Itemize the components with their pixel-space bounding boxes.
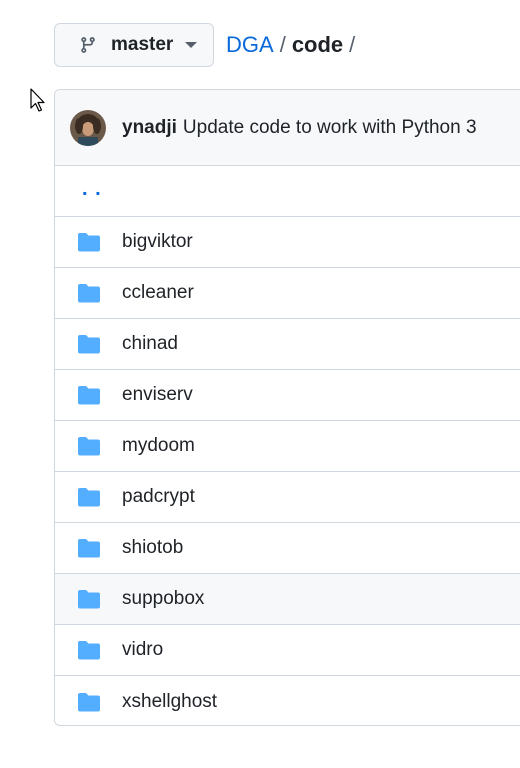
folder-icon — [78, 488, 100, 507]
parent-directory-row[interactable]: . . — [55, 166, 520, 217]
avatar[interactable] — [70, 109, 106, 146]
folder-name-link[interactable]: padcrypt — [122, 486, 195, 508]
folder-icon — [78, 284, 100, 303]
file-row[interactable]: enviserv — [55, 370, 520, 421]
mouse-pointer-icon — [30, 88, 45, 112]
file-row[interactable]: shiotob — [55, 523, 520, 574]
breadcrumb: DGA / code / — [226, 32, 361, 58]
folder-icon — [78, 437, 100, 456]
folder-icon — [78, 335, 100, 354]
folder-name-link[interactable]: ccleaner — [122, 282, 194, 304]
git-branch-icon — [81, 37, 95, 53]
breadcrumb-repo-link[interactable]: DGA — [226, 32, 274, 58]
file-row[interactable]: ccleaner — [55, 268, 520, 319]
avatar-image — [70, 109, 106, 146]
parent-directory-link[interactable]: . . — [82, 178, 102, 201]
folder-name-link[interactable]: chinad — [122, 333, 178, 355]
file-row[interactable]: bigviktor — [55, 217, 520, 268]
file-row[interactable]: chinad — [55, 319, 520, 370]
breadcrumb-trailing-separator: / — [349, 32, 356, 57]
caret-down-icon — [185, 42, 198, 48]
folder-icon — [78, 233, 100, 252]
commit-message-link[interactable]: Update code to work with Python 3 — [183, 117, 477, 139]
folder-icon — [78, 641, 100, 660]
file-row[interactable]: suppobox — [55, 574, 520, 625]
folder-name-link[interactable]: mydoom — [122, 435, 195, 457]
folder-icon — [78, 386, 100, 405]
folder-name-link[interactable]: vidro — [122, 639, 163, 661]
breadcrumb-separator: / — [279, 32, 286, 57]
breadcrumb-current-folder: code — [291, 32, 344, 57]
folder-name-link[interactable]: xshellghost — [122, 691, 217, 713]
folder-icon — [78, 692, 100, 711]
folder-name-link[interactable]: bigviktor — [122, 231, 193, 253]
file-row[interactable]: mydoom — [55, 421, 520, 472]
folder-name-link[interactable]: enviserv — [122, 384, 193, 406]
branch-select-button[interactable]: master — [54, 23, 214, 67]
folder-name-link[interactable]: suppobox — [122, 588, 204, 610]
folder-name-link[interactable]: shiotob — [122, 537, 183, 559]
file-list: ynadji Update code to work with Python 3… — [54, 89, 520, 726]
folder-icon — [78, 590, 100, 609]
folder-icon — [78, 539, 100, 558]
commit-author-link[interactable]: ynadji — [122, 117, 177, 139]
file-row[interactable]: padcrypt — [55, 472, 520, 523]
branch-name: master — [111, 34, 174, 55]
file-row[interactable]: vidro — [55, 625, 520, 676]
file-row[interactable]: xshellghost — [55, 676, 520, 725]
latest-commit-row: ynadji Update code to work with Python 3 — [55, 90, 520, 166]
